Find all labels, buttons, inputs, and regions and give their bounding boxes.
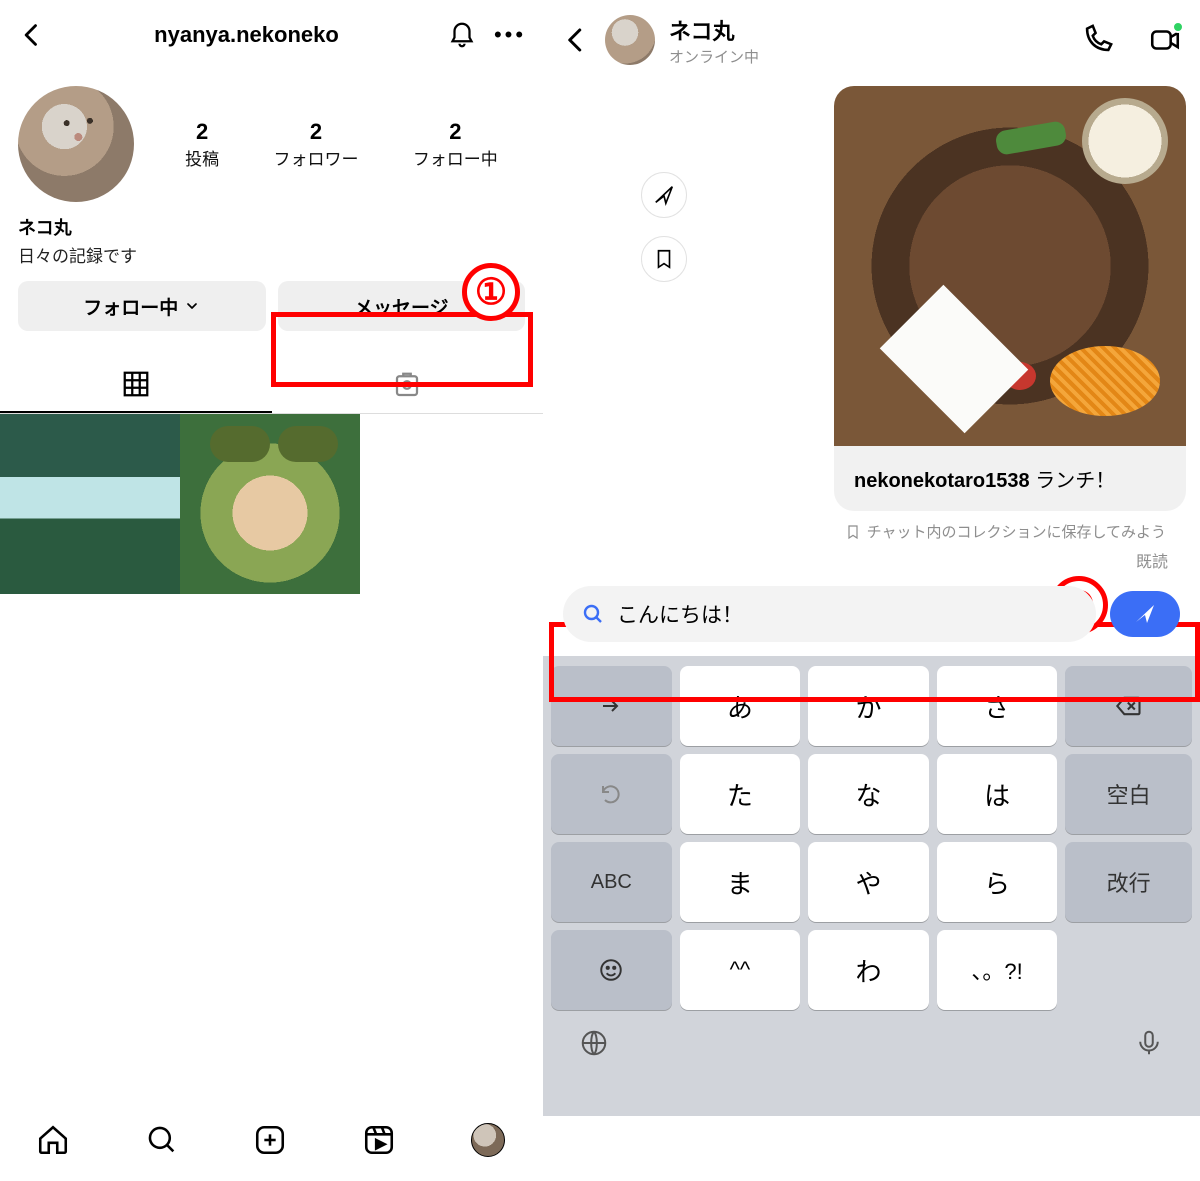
notifications-icon[interactable]	[447, 20, 477, 50]
profile-tabs	[0, 357, 543, 414]
key-dakuten[interactable]: ^^	[680, 930, 801, 1010]
dm-input-text: こんにちは！	[617, 599, 743, 629]
nav-profile-icon[interactable]	[471, 1123, 507, 1159]
key-abc[interactable]: ABC	[551, 842, 672, 922]
globe-icon[interactable]	[579, 1028, 609, 1058]
key-ha[interactable]: は	[937, 754, 1058, 834]
key-ra[interactable]: ら	[937, 842, 1058, 922]
following-button[interactable]: フォロー中	[18, 281, 266, 331]
backspace-icon	[1115, 692, 1143, 720]
profile-action-bar: フォロー中 メッセージ	[0, 281, 543, 331]
chevron-down-icon	[184, 298, 200, 314]
bio-text: 日々の記録です	[0, 240, 543, 281]
tab-grid[interactable]	[0, 357, 272, 413]
stat-following-count: 2	[413, 119, 498, 145]
online-dot	[1172, 21, 1184, 33]
stat-posts[interactable]: 2 投稿	[185, 119, 219, 170]
profile-header: nyanya.nekoneko •••	[0, 0, 543, 70]
video-call-icon[interactable]	[1148, 23, 1182, 57]
back-icon[interactable]	[18, 21, 46, 49]
key-backspace[interactable]	[1065, 666, 1192, 746]
grid-thumbnail[interactable]	[0, 414, 180, 594]
key-ya[interactable]: や	[808, 842, 929, 922]
dm-body: nekonekotaro1538 ランチ！ チャット内のコレクションに保存してみ…	[543, 80, 1200, 572]
key-return[interactable]: 改行	[1065, 842, 1192, 922]
nav-create-icon[interactable]	[253, 1123, 289, 1159]
post-grid	[0, 414, 543, 594]
caption-username: nekonekotaro1538	[854, 470, 1030, 492]
nav-home-icon[interactable]	[36, 1123, 72, 1159]
emoji-icon	[598, 957, 624, 983]
save-hint-text: チャット内のコレクションに保存してみよう	[867, 521, 1166, 542]
profile-username: nyanya.nekoneko	[56, 22, 437, 48]
key-sa[interactable]: さ	[937, 666, 1058, 746]
stat-following-label: フォロー中	[413, 145, 498, 170]
key-wa[interactable]: わ	[808, 930, 929, 1010]
shared-post-image	[834, 86, 1186, 446]
stat-followers[interactable]: 2 フォロワー	[273, 119, 358, 170]
send-icon	[1133, 602, 1157, 626]
nav-search-icon[interactable]	[145, 1123, 181, 1159]
keyboard: あ か さ た な は 空白 ABC ま や ら 改行	[543, 656, 1200, 1116]
dm-header: ネコ丸 オンライン中	[543, 0, 1200, 80]
share-icon[interactable]	[641, 172, 687, 218]
key-emoji[interactable]	[551, 930, 672, 1010]
search-icon	[581, 602, 605, 626]
bookmark-small-icon	[845, 524, 861, 540]
dm-screen: ネコ丸 オンライン中	[543, 0, 1200, 1181]
key-na[interactable]: な	[808, 754, 929, 834]
bookmark-icon[interactable]	[641, 236, 687, 282]
stat-followers-label: フォロワー	[273, 145, 358, 170]
bottom-nav	[0, 1101, 543, 1181]
key-ma[interactable]: ま	[680, 842, 801, 922]
dm-status: オンライン中	[669, 46, 759, 67]
stat-following[interactable]: 2 フォロー中	[413, 119, 498, 170]
dm-input-row: こんにちは！	[543, 572, 1200, 656]
message-actions	[641, 172, 687, 282]
save-hint: チャット内のコレクションに保存してみよう	[557, 511, 1186, 544]
call-icon[interactable]	[1080, 23, 1114, 57]
keyboard-bottom	[551, 1010, 1192, 1076]
back-icon[interactable]	[561, 25, 591, 55]
profile-info: 2 投稿 2 フォロワー 2 フォロー中	[0, 70, 543, 210]
avatar[interactable]	[18, 86, 134, 202]
display-name: ネコ丸	[0, 210, 543, 240]
shared-post-caption: nekonekotaro1538 ランチ！	[834, 446, 1186, 511]
profile-stats: 2 投稿 2 フォロワー 2 フォロー中	[158, 119, 525, 170]
send-button[interactable]	[1110, 591, 1180, 637]
stat-posts-count: 2	[185, 119, 219, 145]
key-ka[interactable]: か	[808, 666, 929, 746]
tagged-icon	[392, 370, 422, 400]
profile-screen: nyanya.nekoneko ••• 2 投稿 2 フォロワー 2 フォロー中	[0, 0, 543, 1181]
stat-posts-label: 投稿	[185, 145, 219, 170]
shared-post[interactable]: nekonekotaro1538 ランチ！	[834, 86, 1186, 511]
key-a[interactable]: あ	[680, 666, 801, 746]
tab-tagged[interactable]	[272, 357, 544, 413]
key-shift[interactable]	[551, 666, 672, 746]
stat-followers-count: 2	[273, 119, 358, 145]
following-button-label: フォロー中	[83, 293, 178, 320]
more-icon[interactable]: •••	[495, 20, 525, 50]
read-receipt: 既読	[557, 544, 1186, 572]
grid-icon	[121, 369, 151, 399]
nav-reels-icon[interactable]	[362, 1123, 398, 1159]
dm-avatar[interactable]	[605, 15, 655, 65]
key-ta[interactable]: た	[680, 754, 801, 834]
message-button-label: メッセージ	[354, 293, 449, 320]
grid-thumbnail[interactable]	[180, 414, 360, 594]
undo-icon	[599, 782, 623, 806]
message-button[interactable]: メッセージ	[278, 281, 526, 331]
dm-name: ネコ丸	[669, 14, 759, 46]
arrow-right-icon	[599, 694, 623, 718]
key-undo[interactable]	[551, 754, 672, 834]
key-space[interactable]: 空白	[1065, 754, 1192, 834]
mic-icon[interactable]	[1134, 1028, 1164, 1058]
dm-input[interactable]: こんにちは！	[563, 586, 1096, 642]
caption-text: ランチ！	[1035, 470, 1115, 492]
key-punct[interactable]: 、。?!	[937, 930, 1058, 1010]
dm-title[interactable]: ネコ丸 オンライン中	[669, 14, 759, 67]
